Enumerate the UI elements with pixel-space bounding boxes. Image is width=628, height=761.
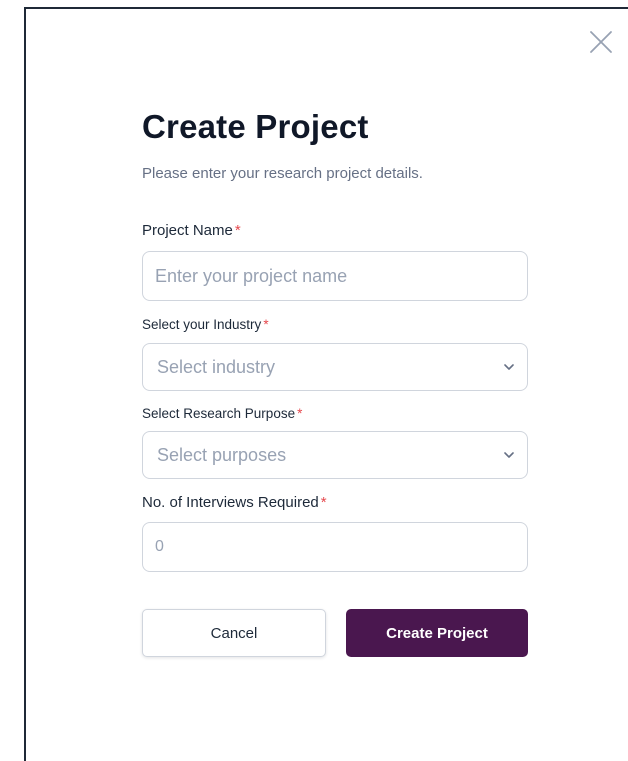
page: Create Project Please enter your researc… xyxy=(0,0,628,761)
interviews-label-text: No. of Interviews Required xyxy=(142,494,319,511)
required-asterisk: * xyxy=(263,317,269,332)
cancel-button[interactable]: Cancel xyxy=(142,609,326,657)
purpose-select[interactable]: Select purposes xyxy=(142,431,528,479)
purpose-label-text: Select Research Purpose xyxy=(142,406,296,421)
industry-label: Select your Industry * xyxy=(142,317,269,332)
industry-select[interactable]: Select industry xyxy=(142,343,528,391)
purpose-label: Select Research Purpose * xyxy=(142,406,302,421)
industry-label-text: Select your Industry xyxy=(142,317,262,332)
dialog-title: Create Project xyxy=(142,108,369,145)
required-asterisk: * xyxy=(320,494,327,511)
create-project-button[interactable]: Create Project xyxy=(346,609,528,657)
chevron-down-icon xyxy=(504,364,514,370)
project-name-label: Project Name * xyxy=(142,222,241,239)
interviews-label: No. of Interviews Required * xyxy=(142,494,327,511)
purpose-select-value: Select purposes xyxy=(157,445,287,465)
industry-select-value: Select industry xyxy=(157,357,276,377)
project-name-label-text: Project Name xyxy=(142,222,233,239)
required-asterisk: * xyxy=(297,406,303,421)
interviews-count-input[interactable] xyxy=(142,522,528,572)
close-icon[interactable] xyxy=(589,30,613,54)
chevron-down-icon xyxy=(504,452,514,458)
required-asterisk: * xyxy=(234,222,241,239)
dialog-subtitle: Please enter your research project detai… xyxy=(142,165,423,182)
project-name-input[interactable] xyxy=(142,251,528,301)
